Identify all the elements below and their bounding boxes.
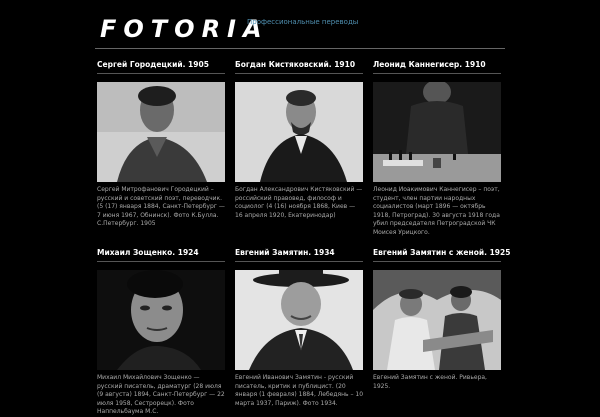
card-divider xyxy=(373,73,501,74)
card-title[interactable]: Богдан Кистяковский. 1910 xyxy=(235,60,363,70)
card-divider xyxy=(97,261,225,262)
site-tagline: Профессиональные переводы xyxy=(247,18,359,26)
portrait-kistyakovsky-image xyxy=(235,82,363,182)
portrait-photo[interactable] xyxy=(97,270,225,370)
photo-card: Михаил Зощенко. 1924 Михаил Михайлович З… xyxy=(97,248,225,417)
photo-card: Сергей Городецкий. 1905 Сергей Митрофано… xyxy=(97,60,225,229)
card-title[interactable]: Леонид Каннегисер. 1910 xyxy=(373,60,501,70)
photo-card: Богдан Кистяковский. 1910 Богдан Алексан… xyxy=(235,60,363,220)
photo-card: Евгений Замятин. 1934 Евгений Иванович З… xyxy=(235,248,363,408)
portrait-zamyatin-image xyxy=(235,270,363,370)
card-divider xyxy=(97,73,225,74)
card-caption: Евгений Замятин с женой. Ривьера, 1925. xyxy=(373,374,487,390)
card-title[interactable]: Михаил Зощенко. 1924 xyxy=(97,248,225,258)
header-divider xyxy=(95,48,505,49)
portrait-gorodetsky-image xyxy=(97,82,225,182)
portrait-kannegiser-image xyxy=(373,82,501,182)
card-title[interactable]: Евгений Замятин. 1934 xyxy=(235,248,363,258)
portrait-photo[interactable] xyxy=(373,82,501,182)
card-divider xyxy=(235,261,363,262)
card-caption: Сергей Митрофанович Городецкий – русский… xyxy=(97,186,225,228)
card-caption: Евгений Иванович Замятин - русский писат… xyxy=(235,374,364,407)
card-title[interactable]: Сергей Городецкий. 1905 xyxy=(97,60,225,70)
card-divider xyxy=(235,73,363,74)
portrait-photo[interactable] xyxy=(235,270,363,370)
portrait-zamyatin-wife-image xyxy=(373,270,501,370)
card-caption: Богдан Александрович Кистяковский — росс… xyxy=(235,186,363,219)
photo-card: Леонид Каннегисер. 1910 Леонид Иоакимови… xyxy=(373,60,501,238)
card-divider xyxy=(373,261,501,262)
portrait-zoshchenko-image xyxy=(97,270,225,370)
card-caption: Леонид Иоакимович Каннегисер – поэт, сту… xyxy=(373,186,500,236)
site-logo[interactable]: FOTORIA xyxy=(100,14,269,44)
card-title[interactable]: Евгений Замятин с женой. 1925 xyxy=(373,248,510,258)
photo-card: Евгений Замятин с женой. 1925 Евгений За… xyxy=(373,248,510,391)
portrait-photo[interactable] xyxy=(97,82,225,182)
card-caption: Михаил Михайлович Зощенко — русский писа… xyxy=(97,374,225,416)
portrait-photo[interactable] xyxy=(235,82,363,182)
portrait-photo[interactable] xyxy=(373,270,501,370)
